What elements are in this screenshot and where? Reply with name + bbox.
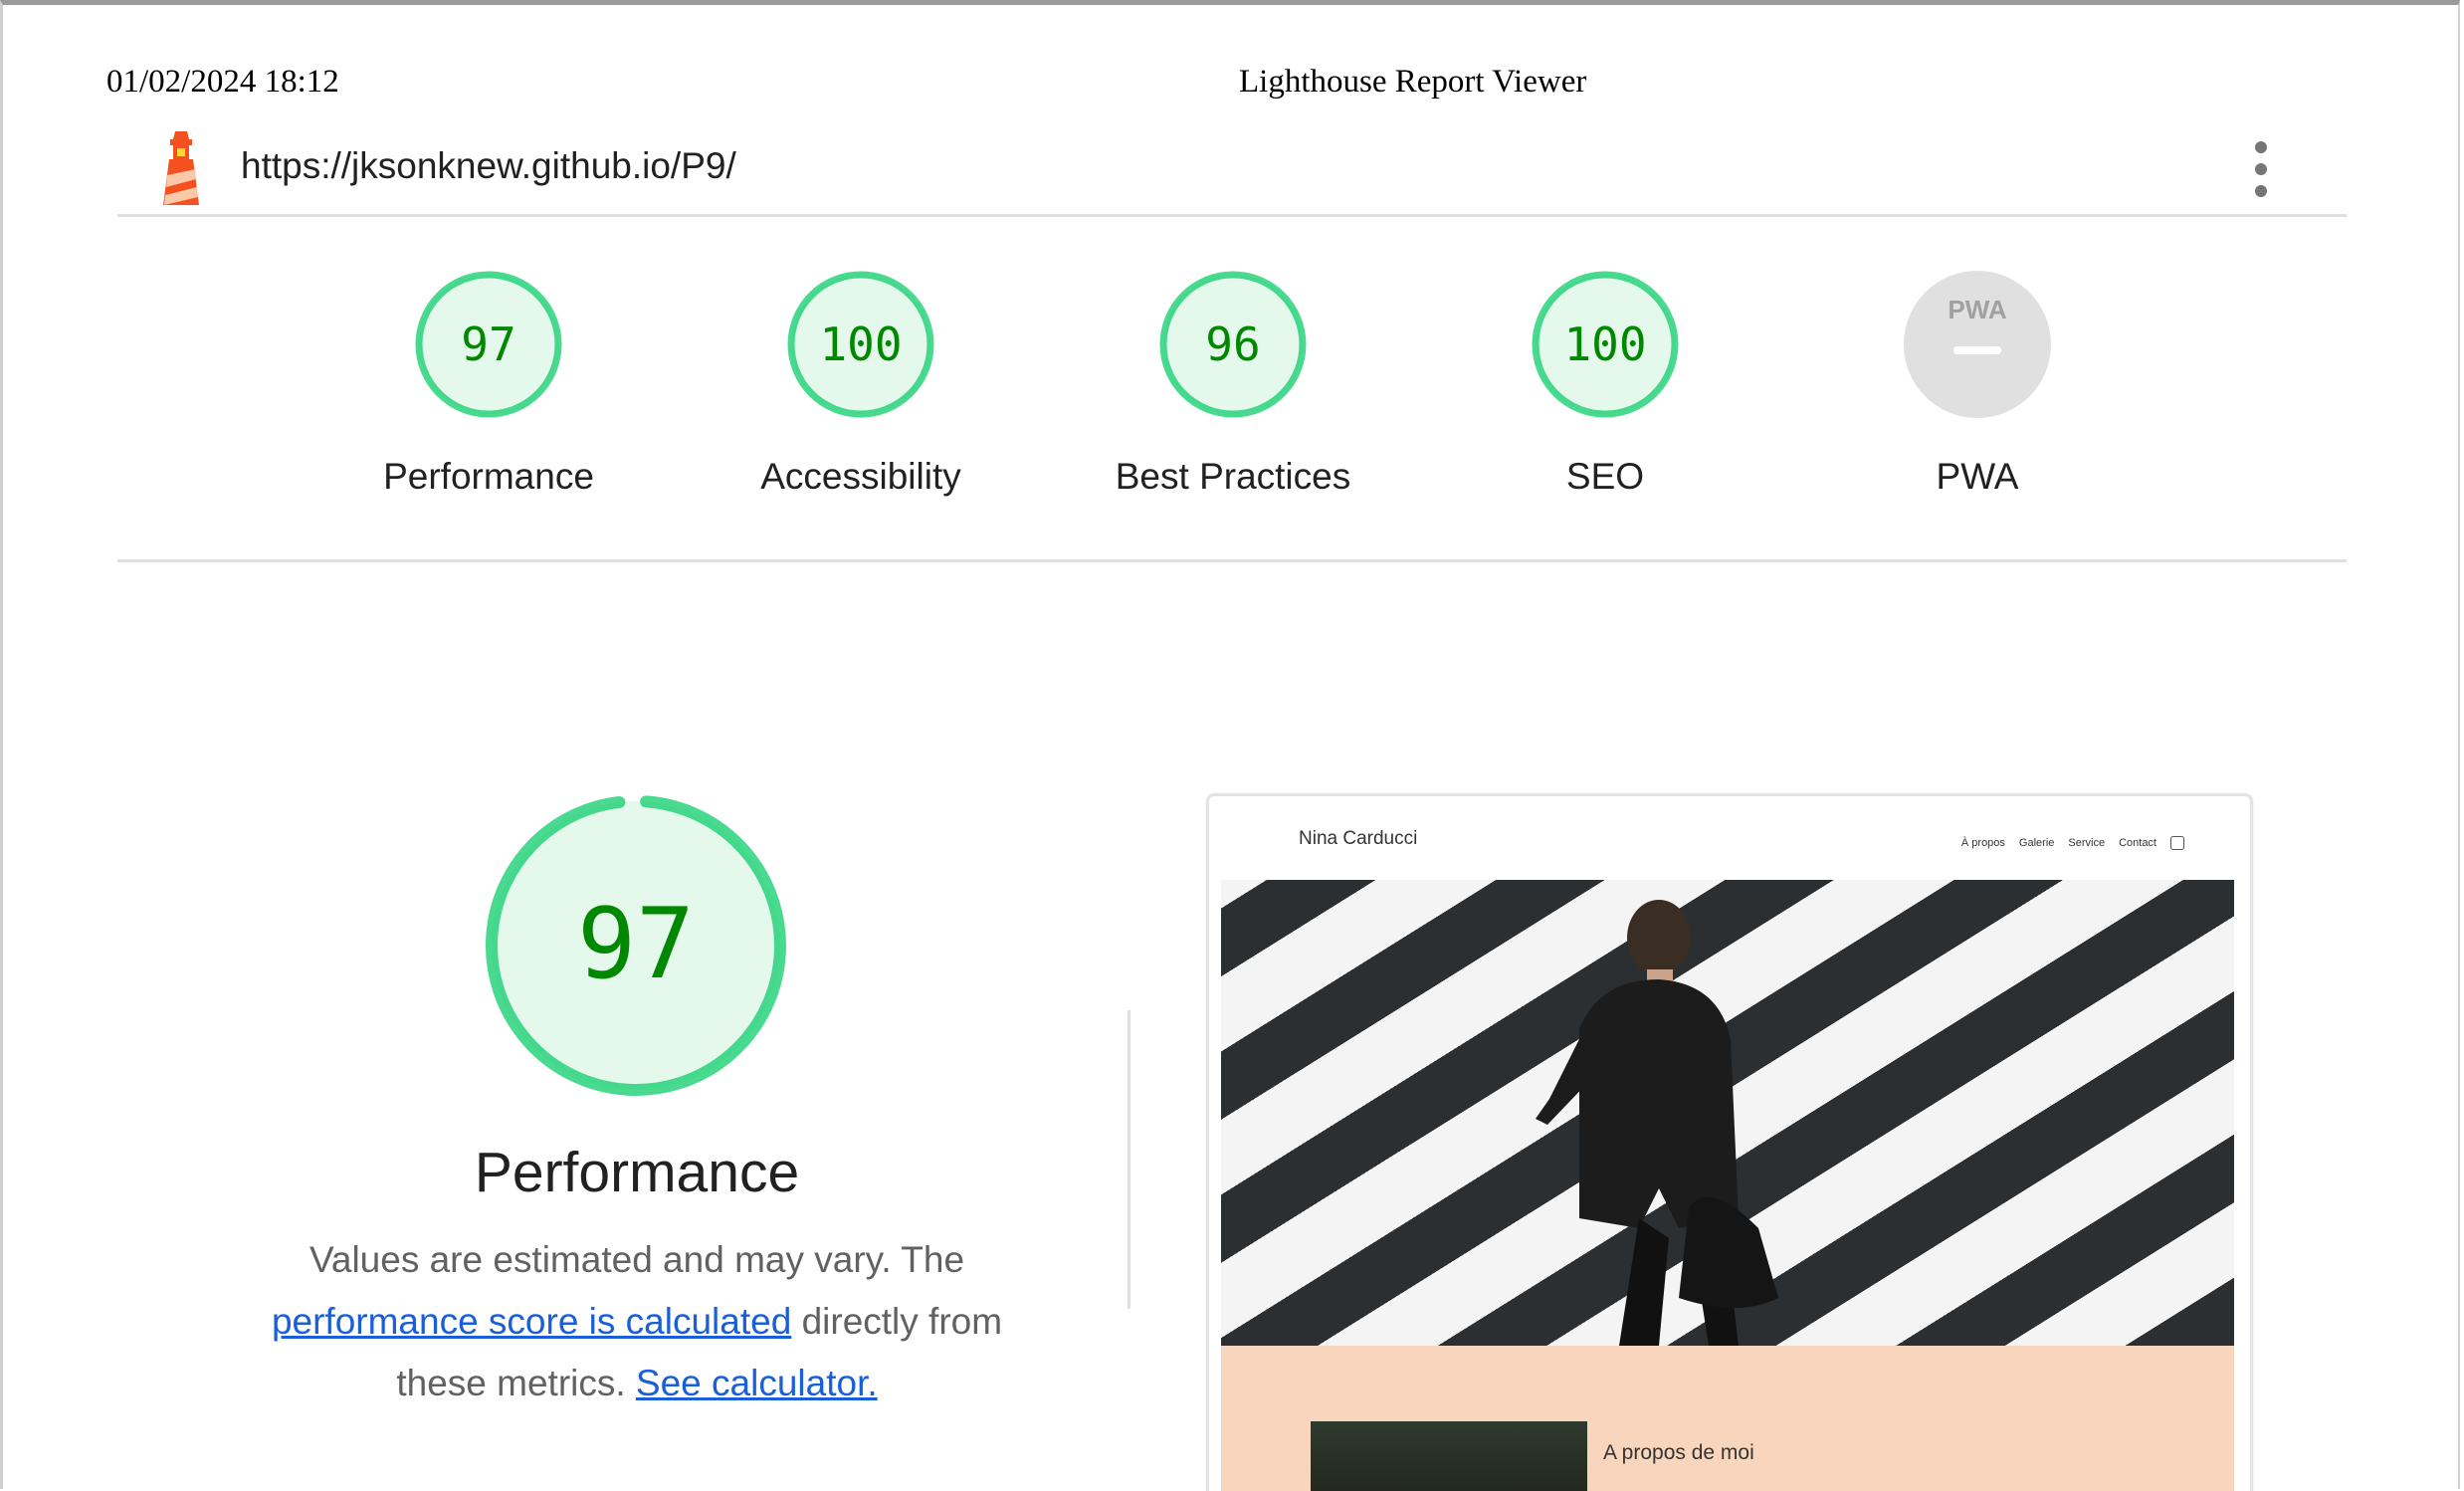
instagram-icon — [2170, 836, 2184, 850]
gauge-score: 97 — [461, 318, 515, 371]
gauge-label: Best Practices — [1115, 456, 1351, 497]
gauge-ring: 100 — [1532, 271, 1679, 418]
pwa-badge-icon: PWA — [1904, 271, 2051, 418]
performance-title: Performance — [474, 1141, 800, 1204]
menu-dot — [2255, 163, 2267, 175]
gauge-score: 100 — [819, 318, 902, 371]
menu-dot — [2255, 185, 2267, 197]
gauge-ring: 100 — [787, 271, 934, 418]
gauge-score: 100 — [1563, 318, 1646, 371]
performance-gauge-large: 97 — [486, 795, 786, 1096]
gauge-ring: 96 — [1159, 271, 1307, 418]
gauge-label: SEO — [1565, 456, 1645, 497]
screenshot-hero-image — [1221, 880, 2234, 1346]
pwa-badge-text: PWA — [1948, 295, 2006, 324]
gauge-pwa[interactable]: PWA PWA — [1848, 267, 2107, 498]
screenshot-about-title: A propos de moi — [1603, 1441, 1754, 1464]
score-gauges-row: 97 Performance 100 Accessibility 96 Best… — [117, 217, 2347, 562]
print-datetime: 01/02/2024 18:12 — [106, 64, 339, 100]
report-topbar: https://jksonknew.github.io/P9/ — [117, 123, 2347, 217]
section-divider — [1128, 1010, 1130, 1309]
menu-dot — [2255, 141, 2267, 153]
print-page-title: Lighthouse Report Viewer — [1239, 64, 1587, 100]
screenshot-nav-item: Contact — [2119, 837, 2156, 849]
screenshot-portrait — [1311, 1421, 1587, 1491]
gauge-score: 96 — [1205, 318, 1260, 371]
lighthouse-logo-icon — [163, 131, 199, 205]
gauge-seo[interactable]: 100 SEO — [1476, 267, 1735, 498]
screenshot-brand: Nina Carducci — [1299, 828, 1418, 849]
gauge-label: PWA — [1936, 456, 2019, 497]
gauge-label: Accessibility — [760, 456, 961, 497]
screenshot-nav-item: À propos — [1960, 837, 2005, 849]
see-calculator-link[interactable]: See calculator. — [636, 1363, 878, 1403]
screenshot-about-section: A propos de moi — [1221, 1346, 2234, 1491]
performance-category: 97 Performance Values are estimated and … — [0, 562, 2464, 1491]
gauge-label: Performance — [383, 456, 594, 497]
gauge-best-practices[interactable]: 96 Best Practices — [1104, 267, 1362, 498]
desc-text-1: Values are estimated and may vary. The — [308, 1239, 965, 1280]
report-url[interactable]: https://jksonknew.github.io/P9/ — [241, 145, 736, 187]
walking-man-illustration — [1536, 900, 1778, 1346]
screenshot-nav: À propos Galerie Service Contact — [1961, 836, 2184, 850]
gauge-ring: 97 — [415, 271, 562, 418]
performance-description: Values are estimated and may vary. The p… — [239, 1229, 1035, 1414]
gauge-accessibility[interactable]: 100 Accessibility — [731, 267, 990, 498]
score-calculated-link[interactable]: performance score is calculated — [272, 1301, 791, 1342]
performance-score-large: 97 — [577, 888, 695, 1001]
screenshot-nav-item: Galerie — [2018, 837, 2055, 849]
gauge-performance[interactable]: 97 Performance — [359, 267, 618, 498]
final-screenshot[interactable]: Nina Carducci À propos Galerie Service C… — [1206, 793, 2253, 1491]
screenshot-nav-item: Service — [2068, 837, 2106, 849]
kebab-menu-icon[interactable] — [2249, 141, 2273, 197]
